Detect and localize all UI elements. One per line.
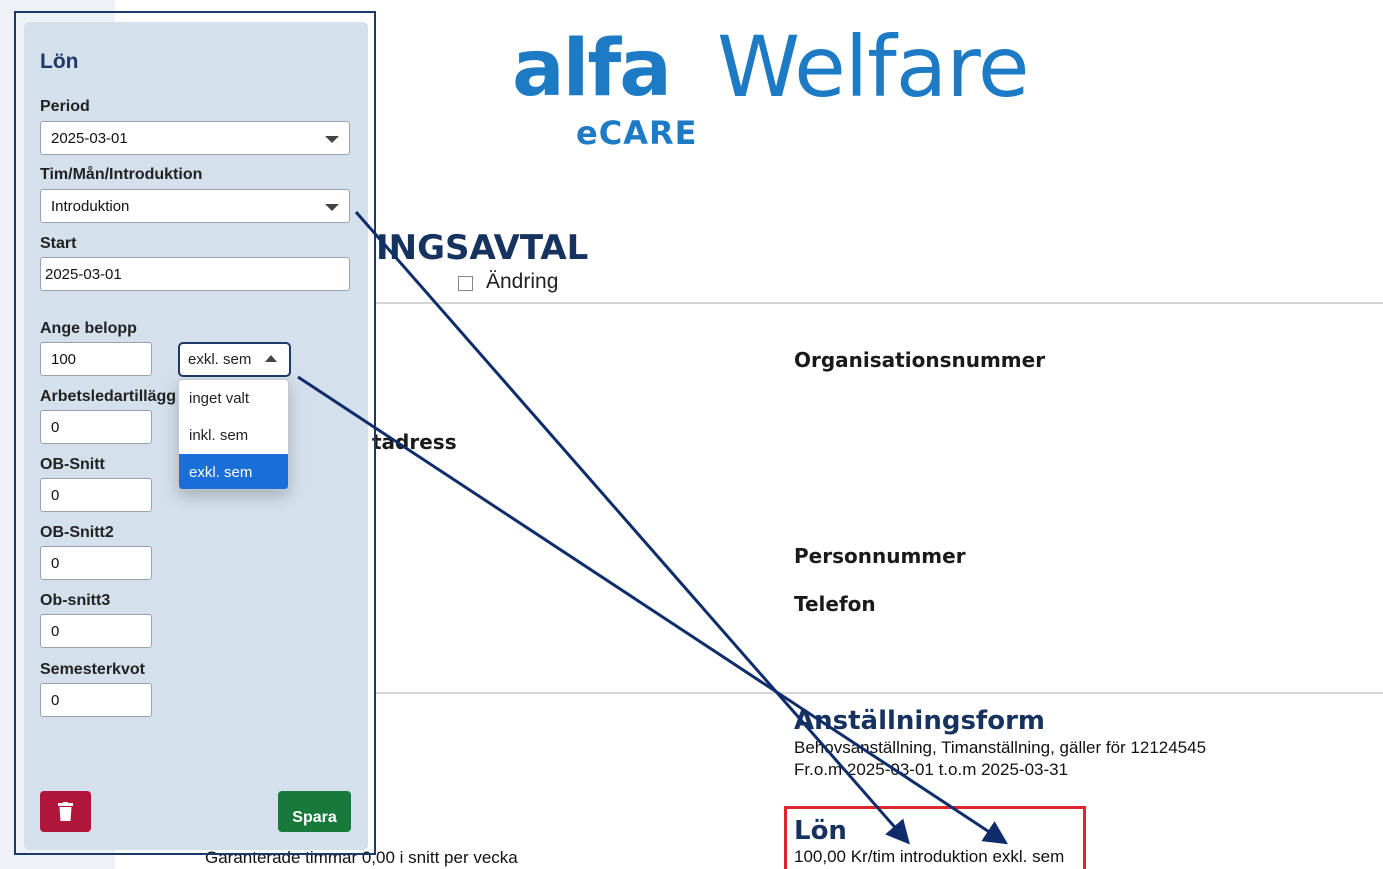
trash-icon [58,802,73,821]
chevron-up-icon [265,355,277,362]
chevron-down-icon [325,136,339,143]
period-label: Period [40,98,90,115]
document-title: INGSAVTAL [376,228,589,268]
personnummer-label: Personnummer [794,544,966,568]
vacation-pay-select[interactable]: exkl. sem [178,342,291,377]
semesterkvot-input[interactable]: 0 [40,683,152,717]
option-exkl-sem[interactable]: exkl. sem [179,454,288,489]
ob3-input[interactable]: 0 [40,614,152,648]
start-date-input[interactable]: 2025-03-01 [40,257,350,291]
logo-ecare-text: eCARE [576,114,698,152]
semesterkvot-label: Semesterkvot [40,661,145,678]
period-value: 2025-03-01 [51,130,128,147]
divider [376,302,1383,304]
anstallningsform-heading: Anställningsform [794,706,1046,736]
vacation-pay-value: exkl. sem [188,351,252,368]
delete-button[interactable] [40,791,91,832]
change-checkbox-label: Ändring [486,270,559,293]
anstallningsform-line1: Behovsanställning, Timanställning, gälle… [794,738,1207,757]
lon-heading: Lön [794,816,847,846]
chevron-down-icon [325,204,339,211]
option-inkl-sem[interactable]: inkl. sem [179,417,288,454]
address-label: tadress [372,430,457,454]
telefon-label: Telefon [794,592,876,616]
ob1-input[interactable]: 0 [40,478,152,512]
save-button[interactable]: Spara [278,791,351,832]
alfa-welfare-logo: alfa Welfare eCARE [512,18,1112,158]
ob2-input[interactable]: 0 [40,546,152,580]
ob2-label: OB-Snitt2 [40,524,114,541]
period-select[interactable]: 2025-03-01 [40,121,350,155]
type-select[interactable]: Introduktion [40,189,350,223]
ob3-label: Ob-snitt3 [40,592,111,609]
ob1-label: OB-Snitt [40,456,105,473]
arbetsledar-input[interactable]: 0 [40,410,152,444]
vacation-pay-dropdown: inget valt inkl. sem exkl. sem [178,379,289,490]
divider [376,692,1383,694]
start-label: Start [40,235,77,252]
amount-label: Ange belopp [40,320,137,337]
change-checkbox[interactable] [458,276,473,291]
org-number-label: Organisationsnummer [794,348,1046,372]
arbetsledar-label: Arbetsledartillägg [40,388,177,405]
option-inget-valt[interactable]: inget valt [179,380,288,417]
panel-title: Lön [40,50,79,73]
amount-input[interactable]: 100 [40,342,152,376]
anstallningsform-line2: Fr.o.m 2025-03-01 t.o.m 2025-03-31 [794,760,1069,779]
lon-text: 100,00 Kr/tim introduktion exkl. sem [794,847,1065,866]
type-label: Tim/Mån/Introduktion [40,166,203,183]
logo-alfa-text: alfa [512,24,672,114]
logo-welfare-text: Welfare [717,18,1030,116]
type-value: Introduktion [51,198,130,215]
